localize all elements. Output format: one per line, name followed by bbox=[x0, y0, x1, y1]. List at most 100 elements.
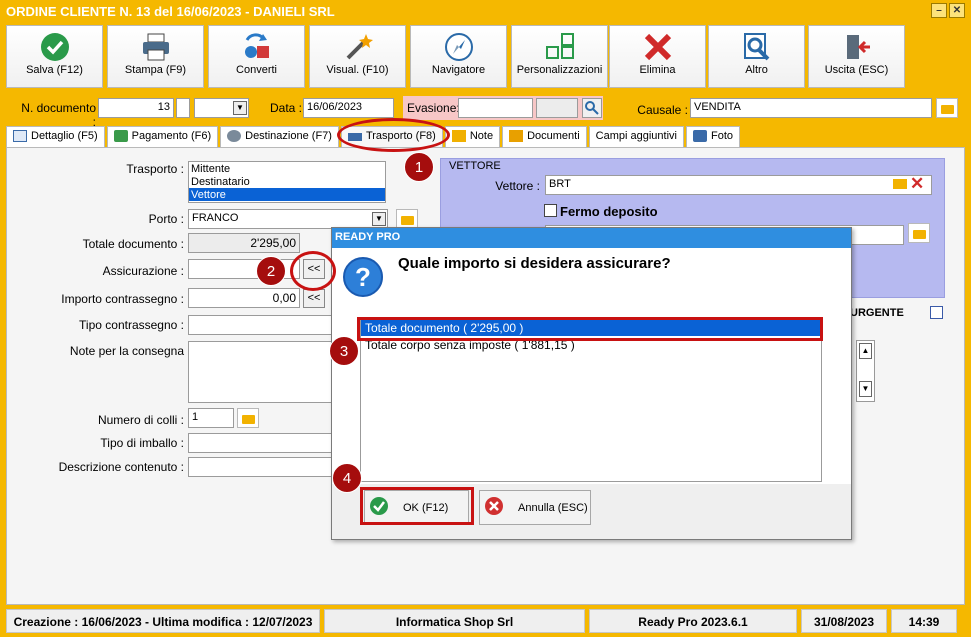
view-button[interactable]: Visual. (F10) bbox=[309, 25, 406, 88]
navigator-label: Navigatore bbox=[431, 64, 486, 76]
vettore-label: Vettore : bbox=[495, 179, 540, 193]
folder-icon[interactable] bbox=[908, 223, 930, 243]
imballo-label: Tipo di imballo : bbox=[100, 436, 184, 450]
trasporto-option-vettore[interactable]: Vettore bbox=[189, 188, 385, 201]
grid-icon bbox=[512, 26, 607, 64]
checkmark-icon bbox=[7, 26, 102, 64]
tab-documenti-label: Documenti bbox=[527, 130, 580, 142]
folder-icon[interactable] bbox=[396, 209, 418, 229]
cancel-x-icon bbox=[484, 496, 504, 519]
tab-foto[interactable]: Foto bbox=[686, 126, 741, 147]
customize-button[interactable]: Personalizzazioni bbox=[511, 25, 608, 88]
trasporto-option-mittente[interactable]: Mittente bbox=[189, 162, 385, 175]
scroll-down-icon[interactable]: ▼ bbox=[859, 381, 872, 397]
save-button[interactable]: Salva (F12) bbox=[6, 25, 103, 88]
print-button[interactable]: Stampa (F9) bbox=[107, 25, 204, 88]
tab-note[interactable]: Note bbox=[444, 126, 501, 147]
folder-icon[interactable] bbox=[893, 179, 907, 189]
document-number-label: N. documento : bbox=[21, 101, 96, 129]
magic-wand-icon bbox=[310, 26, 405, 64]
note-consegna-label: Note per la consegna bbox=[69, 344, 184, 358]
note-consegna-textarea[interactable] bbox=[188, 341, 333, 403]
porto-select[interactable]: FRANCO bbox=[188, 209, 388, 229]
callout-1: 1 bbox=[404, 152, 434, 182]
option-highlight-box bbox=[357, 317, 823, 341]
trasporto-label: Trasporto : bbox=[126, 162, 184, 176]
fermo-deposito-checkbox[interactable] bbox=[544, 204, 557, 217]
document-header: N. documento : 13 ▼ Data : 16/06/2023 Ev… bbox=[0, 96, 971, 129]
tab-campi-aggiuntivi[interactable]: Campi aggiuntivi bbox=[588, 126, 684, 147]
camera-icon bbox=[693, 130, 707, 142]
globe-icon bbox=[227, 130, 242, 142]
causale-field[interactable]: VENDITA bbox=[690, 98, 932, 118]
chevron-down-icon[interactable]: ▼ bbox=[233, 101, 247, 115]
tipo-contrassegno-label: Tipo contrassegno : bbox=[79, 318, 184, 332]
delete-button[interactable]: Elimina bbox=[609, 25, 706, 88]
callout-3: 3 bbox=[329, 336, 359, 366]
tab-campi-label: Campi aggiuntivi bbox=[595, 130, 677, 142]
descrizione-field[interactable] bbox=[188, 457, 333, 477]
convert-button[interactable]: Converti bbox=[208, 25, 305, 88]
customize-label: Personalizzazioni bbox=[516, 64, 603, 76]
status-created: Creazione : 16/06/2023 - Ultima modifica… bbox=[6, 609, 320, 633]
urgente-checkbox[interactable] bbox=[930, 306, 943, 319]
status-date: 31/08/2023 bbox=[801, 609, 887, 633]
vettore-field[interactable]: BRT bbox=[545, 175, 932, 195]
tipo-contrassegno-select[interactable] bbox=[188, 315, 333, 335]
tab-note-label: Note bbox=[469, 130, 494, 142]
window-controls: – ✕ bbox=[929, 3, 965, 18]
totale-documento-field: 2'295,00 bbox=[188, 233, 300, 253]
cancel-button[interactable]: Annulla (ESC) bbox=[479, 490, 591, 525]
folder-icon[interactable] bbox=[936, 98, 958, 118]
folder-icon[interactable] bbox=[237, 408, 259, 428]
zoom-icon[interactable] bbox=[582, 98, 602, 118]
save-label: Salva (F12) bbox=[26, 64, 83, 76]
contrassegno-field[interactable]: 0,00 bbox=[188, 288, 300, 308]
fermo-deposito-label: Fermo deposito bbox=[560, 204, 658, 219]
date-field[interactable]: 16/06/2023 bbox=[303, 98, 394, 118]
minimize-button[interactable]: – bbox=[931, 3, 947, 18]
evasione-field[interactable] bbox=[458, 98, 533, 118]
amount-options-list[interactable]: Totale documento ( 2'295,00 ) Totale cor… bbox=[360, 318, 822, 482]
evasione-label: Evasione: bbox=[407, 101, 460, 115]
exit-button[interactable]: Uscita (ESC) bbox=[808, 25, 905, 88]
note-icon bbox=[451, 130, 466, 142]
evasione-time-field[interactable] bbox=[536, 98, 578, 118]
vettore-section-title: VETTORE bbox=[449, 160, 501, 172]
trasporto-list[interactable]: Mittente Destinatario Vettore bbox=[188, 161, 386, 203]
tab-dettaglio[interactable]: Dettaglio (F5) bbox=[6, 126, 105, 147]
trasporto-option-destinatario[interactable]: Destinatario bbox=[189, 175, 385, 188]
exit-label: Uscita (ESC) bbox=[824, 64, 889, 76]
convert-icon bbox=[209, 26, 304, 64]
document-number-suffix[interactable] bbox=[176, 98, 190, 118]
porto-label: Porto : bbox=[148, 212, 184, 226]
table-icon bbox=[13, 130, 27, 142]
scroll-up-icon[interactable]: ▲ bbox=[859, 343, 872, 359]
colli-field[interactable]: 1 bbox=[188, 408, 234, 428]
status-company: Informatica Shop Srl bbox=[324, 609, 585, 633]
colli-label: Numero di colli : bbox=[97, 413, 184, 427]
document-number-field[interactable]: 13 bbox=[98, 98, 174, 118]
more-button[interactable]: Altro bbox=[708, 25, 805, 88]
dialog-title: READY PRO bbox=[332, 228, 851, 248]
clear-x-icon[interactable]: ✕ bbox=[910, 175, 924, 193]
copy-contrassegno-button[interactable]: << bbox=[303, 289, 325, 308]
scrollbar[interactable]: ▲ ▼ bbox=[856, 340, 875, 402]
navigator-button[interactable]: Navigatore bbox=[410, 25, 507, 88]
imballo-field[interactable] bbox=[188, 433, 333, 453]
tab-documenti[interactable]: Documenti bbox=[502, 126, 587, 147]
tab-destinazione[interactable]: Destinazione (F7) bbox=[220, 126, 339, 147]
chevron-down-icon[interactable]: ▼ bbox=[372, 212, 386, 226]
status-time: 14:39 bbox=[891, 609, 957, 633]
dialog-question: Quale importo si desidera assicurare? bbox=[398, 255, 671, 272]
documents-icon bbox=[509, 130, 524, 142]
money-icon bbox=[113, 130, 128, 142]
convert-label: Converti bbox=[236, 64, 277, 76]
causale-label: Causale : bbox=[637, 103, 688, 117]
totale-documento-label: Totale documento : bbox=[82, 237, 184, 251]
close-window-button[interactable]: ✕ bbox=[949, 3, 965, 18]
button-highlight-ellipse bbox=[290, 251, 336, 291]
tab-pagamento[interactable]: Pagamento (F6) bbox=[106, 126, 219, 147]
window-title-bar: ORDINE CLIENTE N. 13 del 16/06/2023 - DA… bbox=[0, 0, 971, 22]
tab-highlight-ellipse bbox=[337, 118, 450, 152]
